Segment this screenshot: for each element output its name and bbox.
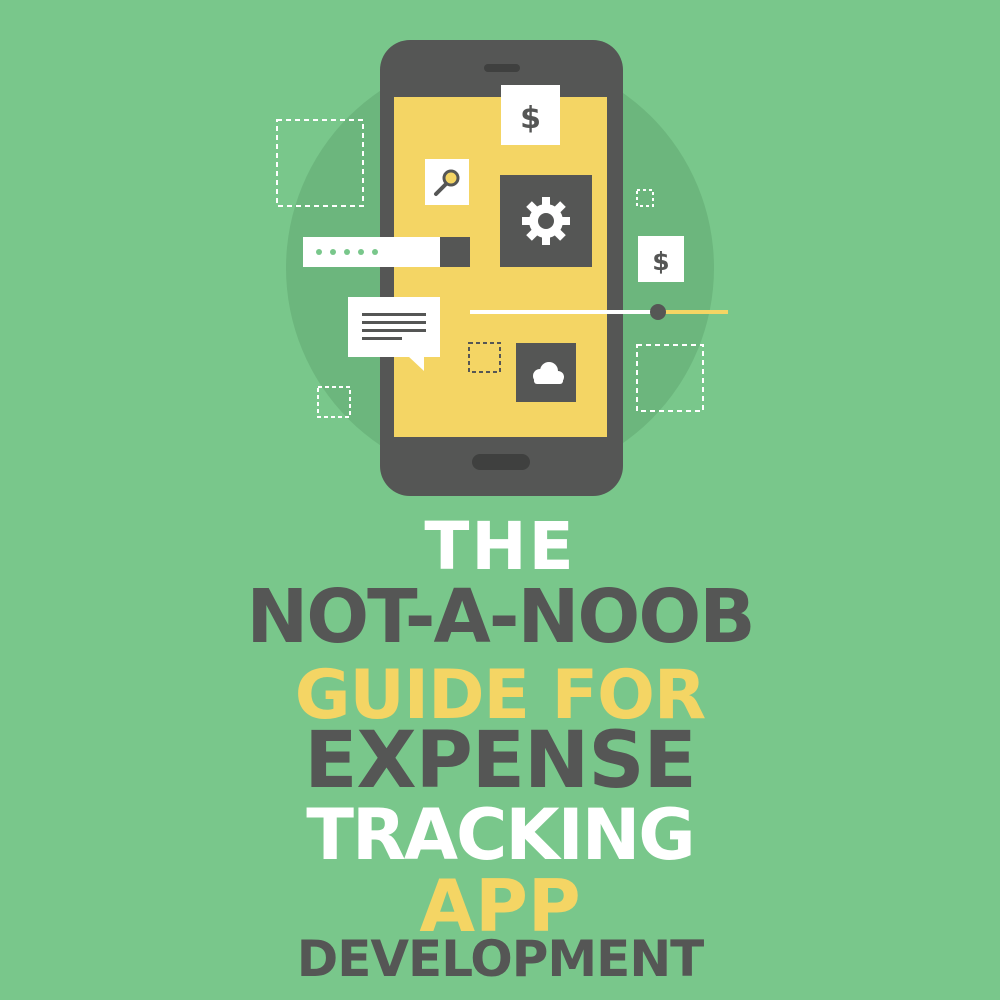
search-card — [425, 159, 469, 205]
dollar-card-right: $ — [638, 236, 684, 282]
cloud-card — [516, 343, 576, 402]
password-field-icon — [303, 237, 470, 267]
dollar-icon: $ — [520, 101, 541, 136]
title-line-not-a-noob: NOT-A-NOOB — [246, 574, 755, 660]
title-line-the: THE — [424, 508, 576, 585]
title-line-tracking: TRACKING — [306, 794, 696, 876]
dollar-card-top: $ — [501, 85, 560, 145]
title-line-development: DEVELOPMENT — [296, 930, 705, 988]
settings-card — [500, 175, 592, 267]
gear-icon — [522, 197, 570, 245]
title-line-expense: EXPENSE — [304, 716, 697, 806]
dollar-icon: $ — [652, 247, 669, 276]
phone-speaker — [484, 64, 520, 72]
phone-illustration: $ $ — [276, 40, 728, 496]
phone-home-button — [472, 454, 530, 470]
poster: $ $ THE NOT-A-NOOB GUIDE FOR EXPENSE TRA… — [0, 0, 1000, 1000]
